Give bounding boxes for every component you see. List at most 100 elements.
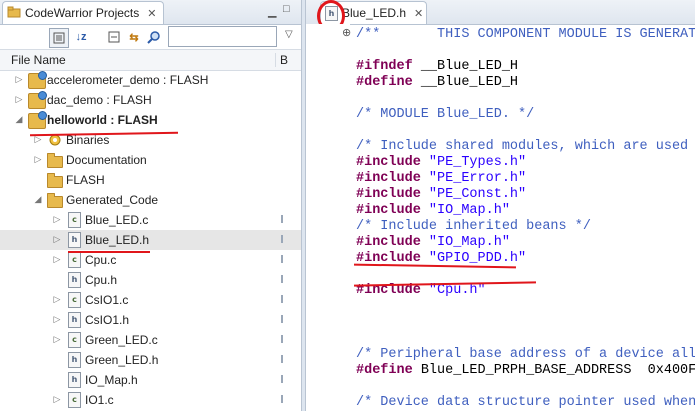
close-icon[interactable]: ✕ [147, 7, 156, 20]
collapse-icon[interactable] [105, 28, 123, 46]
column-file-name[interactable]: File Name [11, 53, 66, 67]
code-token: /* MODULE Blue_LED. */ [356, 107, 535, 122]
code-token: #include [356, 155, 421, 170]
tree-item[interactable]: h IO_Map.h [0, 370, 301, 390]
tree-item[interactable]: ▷ accelerometer_demo : FLASH [0, 70, 301, 90]
project-explorer-panel: CodeWarrior Projects ✕ ▁ □ ↓z ⇆ ▽ File N… [0, 0, 302, 411]
code-token: "IO_Map.h" [428, 235, 510, 250]
code-editor[interactable]: ⊕ /** THIS COMPONENT MODULE IS GENERATED… [306, 24, 695, 411]
tree-item-label: helloworld : FLASH [47, 113, 158, 127]
code-token: __Blue_LED_H [412, 75, 519, 90]
code-token: #define [356, 363, 413, 378]
build-marker [281, 215, 283, 223]
code-line: #include "PE_Const.h" [356, 187, 526, 202]
collapsed-arrow-icon[interactable]: ▷ [52, 254, 62, 265]
collapsed-arrow-icon[interactable]: ▷ [52, 294, 62, 305]
filter-input[interactable] [168, 26, 277, 47]
collapsed-arrow-icon[interactable]: ▷ [14, 94, 24, 105]
tree-item[interactable]: ▷ c Cpu.c [0, 250, 301, 270]
project-explorer-tabbar: CodeWarrior Projects ✕ ▁ □ [0, 0, 301, 25]
collapsed-arrow-icon[interactable]: ▷ [14, 74, 24, 85]
tab-codewarrior-projects[interactable]: CodeWarrior Projects ✕ [2, 1, 164, 24]
tree-item[interactable]: ▷ c CsIO1.c [0, 290, 301, 310]
code-token: /* Include inherited beans */ [356, 219, 591, 234]
c-file-icon: c [66, 212, 82, 228]
tree-item[interactable]: ▷ dac_demo : FLASH [0, 90, 301, 110]
build-marker [281, 235, 283, 243]
code-token: "IO_Map.h" [428, 203, 510, 218]
editor-gutter: ⊕ [306, 24, 351, 411]
h-file-icon: h [66, 312, 82, 328]
collapsed-arrow-icon[interactable]: ▷ [52, 394, 62, 405]
build-marker [281, 335, 283, 343]
expanded-arrow-icon[interactable]: ◢ [33, 194, 43, 205]
column-build[interactable]: B [275, 53, 288, 67]
tree-item[interactable]: ▷ c IO1.c [0, 390, 301, 410]
collapse-all-icon[interactable] [49, 28, 69, 48]
link-editor-icon[interactable]: ⇆ [125, 28, 143, 46]
tree-item[interactable]: ▷ c Green_LED.c [0, 330, 301, 350]
code-token: #include [356, 203, 421, 218]
tree-item[interactable]: ▷ h CsIO1.h [0, 310, 301, 330]
tree-item-label: Cpu.c [85, 253, 117, 267]
code-token: #include [356, 235, 421, 250]
code-line: #define Blue_LED_PRPH_BASE_ADDRESS 0x400… [356, 363, 695, 378]
tree-item[interactable]: h Green_LED.h [0, 350, 301, 370]
tree-item-label: CsIO1.c [85, 293, 129, 307]
tree-item[interactable]: FLASH [0, 170, 301, 190]
tree-item-label: FLASH [66, 173, 105, 187]
h-file-icon: h [66, 272, 82, 288]
build-marker [281, 275, 283, 283]
code-line: #ifndef __Blue_LED_H [356, 59, 518, 74]
tree-item[interactable]: ▷ h Blue_LED.h [0, 230, 301, 250]
c-file-icon: c [66, 392, 82, 408]
code-token: "GPIO_PDD.h" [428, 251, 527, 266]
tree-item[interactable]: ◢ helloworld : FLASH [0, 110, 301, 130]
collapsed-arrow-icon[interactable]: ▷ [52, 234, 62, 245]
tree-item[interactable]: h Cpu.h [0, 270, 301, 290]
maximize-icon[interactable]: □ [283, 3, 290, 15]
collapsed-arrow-icon[interactable]: ▷ [33, 154, 43, 165]
code-token: #include [356, 187, 421, 202]
project-icon [28, 91, 47, 109]
collapsed-arrow-icon[interactable]: ▷ [52, 314, 62, 325]
c-file-icon: c [66, 292, 82, 308]
annotation-underline [68, 251, 150, 253]
sort-az-icon[interactable]: ↓z [72, 28, 90, 46]
code-token: /* Peripheral base address of a device a… [356, 347, 695, 362]
build-marker [281, 355, 283, 363]
tree-item[interactable]: ▷ Documentation [0, 150, 301, 170]
tree-item[interactable]: ◢ Generated_Code [0, 190, 301, 210]
collapsed-arrow-icon[interactable]: ▷ [52, 214, 62, 225]
expanded-arrow-icon[interactable]: ◢ [14, 114, 24, 125]
build-marker [281, 395, 283, 403]
editor-panel: h Blue_LED.h ✕ ⊕ /** THIS COMPONENT MODU… [305, 0, 695, 411]
tree-item[interactable]: ▷ c Blue_LED.c [0, 210, 301, 230]
view-menu-icon[interactable]: ▽ [285, 29, 293, 40]
build-marker [281, 295, 283, 303]
folder-icon [47, 152, 63, 168]
search-icon[interactable] [145, 28, 163, 46]
project-explorer-icon [7, 6, 21, 21]
code-line: /* Peripheral base address of a device a… [356, 347, 695, 362]
code-line: #include "IO_Map.h" [356, 203, 510, 218]
close-icon[interactable]: ✕ [414, 7, 423, 20]
minimize-icon[interactable]: ▁ [268, 5, 276, 18]
tree-item-label: Green_LED.h [85, 353, 159, 367]
tree-item-label: Generated_Code [66, 193, 159, 207]
collapsed-arrow-icon[interactable]: ▷ [52, 334, 62, 345]
h-file-icon: h [66, 352, 82, 368]
code-line: #include "IO_Map.h" [356, 235, 510, 250]
code-token: #include [356, 171, 421, 186]
code-token: "PE_Types.h" [428, 155, 527, 170]
code-line: #include "PE_Error.h" [356, 171, 526, 186]
project-icon [28, 71, 47, 89]
fold-icon[interactable]: ⊕ [342, 26, 351, 40]
editor-tab-label: Blue_LED.h [342, 6, 407, 20]
tree-item-label: dac_demo : FLASH [47, 93, 152, 107]
